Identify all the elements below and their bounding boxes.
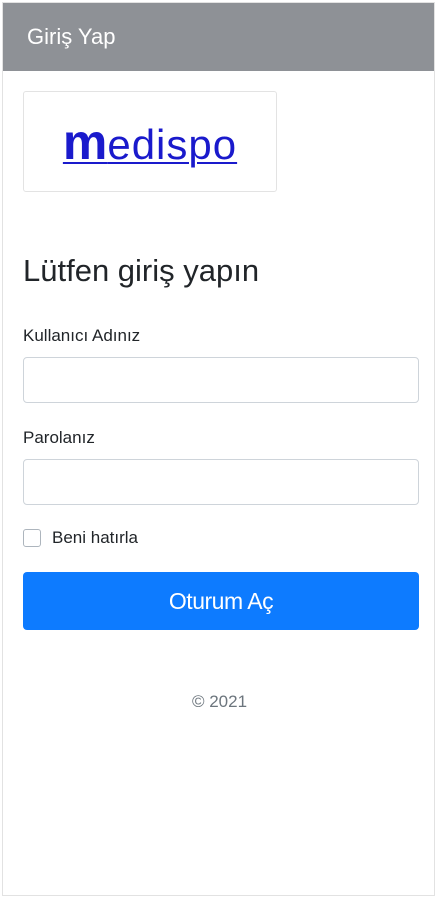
password-label: Parolanız [23, 428, 95, 447]
logo-container: medispo [23, 91, 277, 192]
page-title: Lütfen giriş yapın [23, 253, 260, 288]
username-label: Kullanıcı Adınız [23, 326, 141, 345]
login-submit-button[interactable]: Oturum Aç [23, 572, 419, 630]
password-input[interactable] [23, 459, 419, 505]
app-header: Giriş Yap [3, 3, 434, 71]
login-page: Giriş Yap medispo Lütfen giriş yapın Kul… [2, 2, 435, 896]
login-submit-label: Oturum Aç [168, 587, 274, 614]
logo-first-letter: m [62, 113, 108, 170]
remember-me-label[interactable]: Beni hatırla [52, 528, 138, 548]
copyright-text: © 2021 [191, 692, 248, 711]
remember-me-checkbox[interactable] [23, 529, 41, 547]
medispo-logo-link[interactable]: medispo [63, 117, 237, 167]
remember-me-row[interactable]: Beni hatırla [23, 528, 138, 548]
logo-rest-text: edispo [107, 120, 238, 168]
username-input[interactable] [23, 357, 419, 403]
header-title: Giriş Yap [27, 24, 116, 49]
